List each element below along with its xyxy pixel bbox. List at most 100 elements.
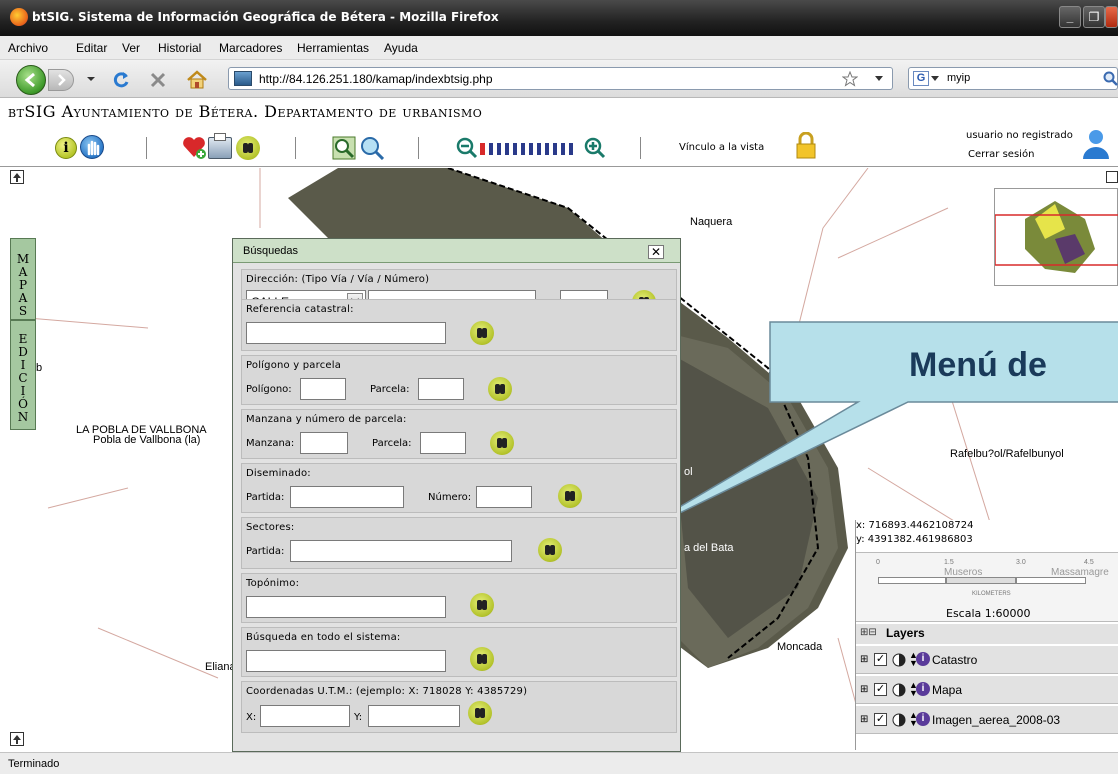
poligono-input[interactable] [300,378,346,400]
expand-collapse-icon[interactable]: ⊞⊟ [860,627,877,638]
engine-dropdown-icon[interactable] [931,76,939,82]
search-all-icon[interactable] [470,647,494,671]
layer-visibility-checkbox[interactable]: ✓ [874,683,887,696]
home-icon[interactable] [186,69,208,91]
zoom-in-icon[interactable] [584,137,606,159]
menu-ayuda[interactable]: Ayuda [384,41,418,55]
search-bar[interactable]: G myip [908,67,1118,90]
search-panel: Búsquedas ✕ Dirección: (Tipo Vía / Vía /… [232,238,681,752]
menu-marcadores[interactable]: Marcadores [219,41,282,55]
expand-icon[interactable]: ⊞ [860,714,868,725]
sector-partida-input[interactable] [290,540,512,562]
sectores-section-label: Sectores: [246,522,295,533]
add-favorite-icon[interactable] [181,134,207,160]
partida-input[interactable] [290,486,404,508]
window-title-bar[interactable]: btSIG. Sistema de Información Geográfica… [0,0,1118,36]
search-icon[interactable] [1103,71,1118,87]
coord-y-input[interactable] [368,705,460,727]
pan-up-button-bottom[interactable] [10,732,24,746]
menu-herramientas[interactable]: Herramientas [297,41,369,55]
forward-button[interactable] [48,69,74,91]
opacity-icon[interactable] [892,712,906,728]
address-bar[interactable]: http://84.126.251.180/kamap/indexbtsig.p… [228,67,893,90]
tab-letter: S [18,304,28,318]
search-binoculars-icon[interactable] [236,136,260,160]
info-layer-icon[interactable]: i [916,652,930,666]
scale-tick: 4.5 [1084,559,1094,566]
search-coord-icon[interactable] [468,701,492,725]
zoom-out-icon[interactable] [456,137,478,159]
overview-map[interactable] [994,171,1118,286]
close-button[interactable] [1105,6,1118,28]
zoom-full-icon[interactable] [360,136,384,160]
search-field-value[interactable]: myip [947,72,970,84]
manzana-label: Manzana: [246,438,295,449]
section-manzana: Manzana y número de parcela: Manzana: Pa… [241,409,677,459]
coord-x-input[interactable] [260,705,350,727]
search-toponimo-icon[interactable] [470,593,494,617]
status-text: Terminado [8,758,60,770]
busqueda-input[interactable] [246,650,446,672]
parcela-input-2[interactable] [420,432,466,454]
map-label-naquera: Naquera [690,216,733,228]
tab-mapas[interactable]: M A P A S [10,238,36,320]
maximize-button[interactable]: ❐ [1083,6,1105,28]
layer-visibility-checkbox[interactable]: ✓ [874,653,887,666]
menu-ver[interactable]: Ver [122,41,140,55]
layers-title: Layers [886,626,925,640]
manzana-input[interactable] [300,432,348,454]
manzana-section-label: Manzana y número de parcela: [246,414,407,425]
scale-bar: 0 1.5 3.0 4.5 Museros Massamagre KILOMET… [856,552,1118,622]
numero-label: Número: [428,492,472,503]
numero-input[interactable] [476,486,532,508]
zoom-box-icon[interactable] [332,136,356,160]
layer-row[interactable]: ⊞ ✓ ▲ ▼ i Imagen_aerea_2008-03 [856,705,1118,734]
lock-icon[interactable] [795,132,817,160]
close-panel-button[interactable]: ✕ [648,245,664,259]
zoom-level-slider[interactable] [480,139,582,159]
bookmark-star-icon[interactable] [842,71,858,87]
refcat-input[interactable] [246,322,446,344]
history-dropdown-icon[interactable] [86,74,96,84]
pan-hand-icon[interactable] [80,135,104,159]
tab-edicion[interactable]: E D I C I Ó N [10,320,36,430]
expand-icon[interactable]: ⊞ [860,654,868,665]
reload-icon[interactable] [111,70,131,90]
search-diseminado-icon[interactable] [558,484,582,508]
menu-editar[interactable]: Editar [76,41,107,55]
url-dropdown-icon[interactable] [874,75,884,83]
search-panel-header[interactable]: Búsquedas ✕ [233,239,680,263]
layer-name: Mapa [932,683,963,697]
arrow-up-icon [13,735,21,744]
status-bar: Terminado [0,752,1118,774]
overview-toggle-button[interactable] [1106,171,1118,183]
search-refcat-icon[interactable] [470,321,494,345]
search-manzana-icon[interactable] [490,431,514,455]
pan-up-button[interactable] [10,170,24,184]
layer-row[interactable]: ⊞ ✓ ▲ ▼ i Catastro [856,645,1118,674]
info-layer-icon[interactable]: i [916,712,930,726]
info-icon[interactable]: i [55,137,77,159]
print-icon[interactable] [208,133,232,159]
minimize-button[interactable]: _ [1059,6,1081,28]
layer-visibility-checkbox[interactable]: ✓ [874,713,887,726]
stop-icon[interactable] [148,70,168,90]
opacity-icon[interactable] [892,682,906,698]
search-poligono-icon[interactable] [488,377,512,401]
search-sectores-icon[interactable] [538,538,562,562]
menu-historial[interactable]: Historial [158,41,201,55]
back-button[interactable] [16,65,46,95]
info-layer-icon[interactable]: i [916,682,930,696]
google-engine-icon[interactable]: G [913,71,929,86]
opacity-icon[interactable] [892,652,906,668]
menu-archivo[interactable]: Archivo [8,41,48,55]
logout-link[interactable]: Cerrar sesión [968,149,1034,160]
navigation-toolbar: http://84.126.251.180/kamap/indexbtsig.p… [0,60,1118,98]
expand-icon[interactable]: ⊞ [860,684,868,695]
parcela-input[interactable] [418,378,464,400]
layer-row[interactable]: ⊞ ✓ ▲ ▼ i Mapa [856,675,1118,704]
toponimo-input[interactable] [246,596,446,618]
partida-label-2: Partida: [246,546,285,557]
link-to-view[interactable]: Vínculo a la vista [679,142,764,153]
url-text: http://84.126.251.180/kamap/indexbtsig.p… [259,72,493,86]
